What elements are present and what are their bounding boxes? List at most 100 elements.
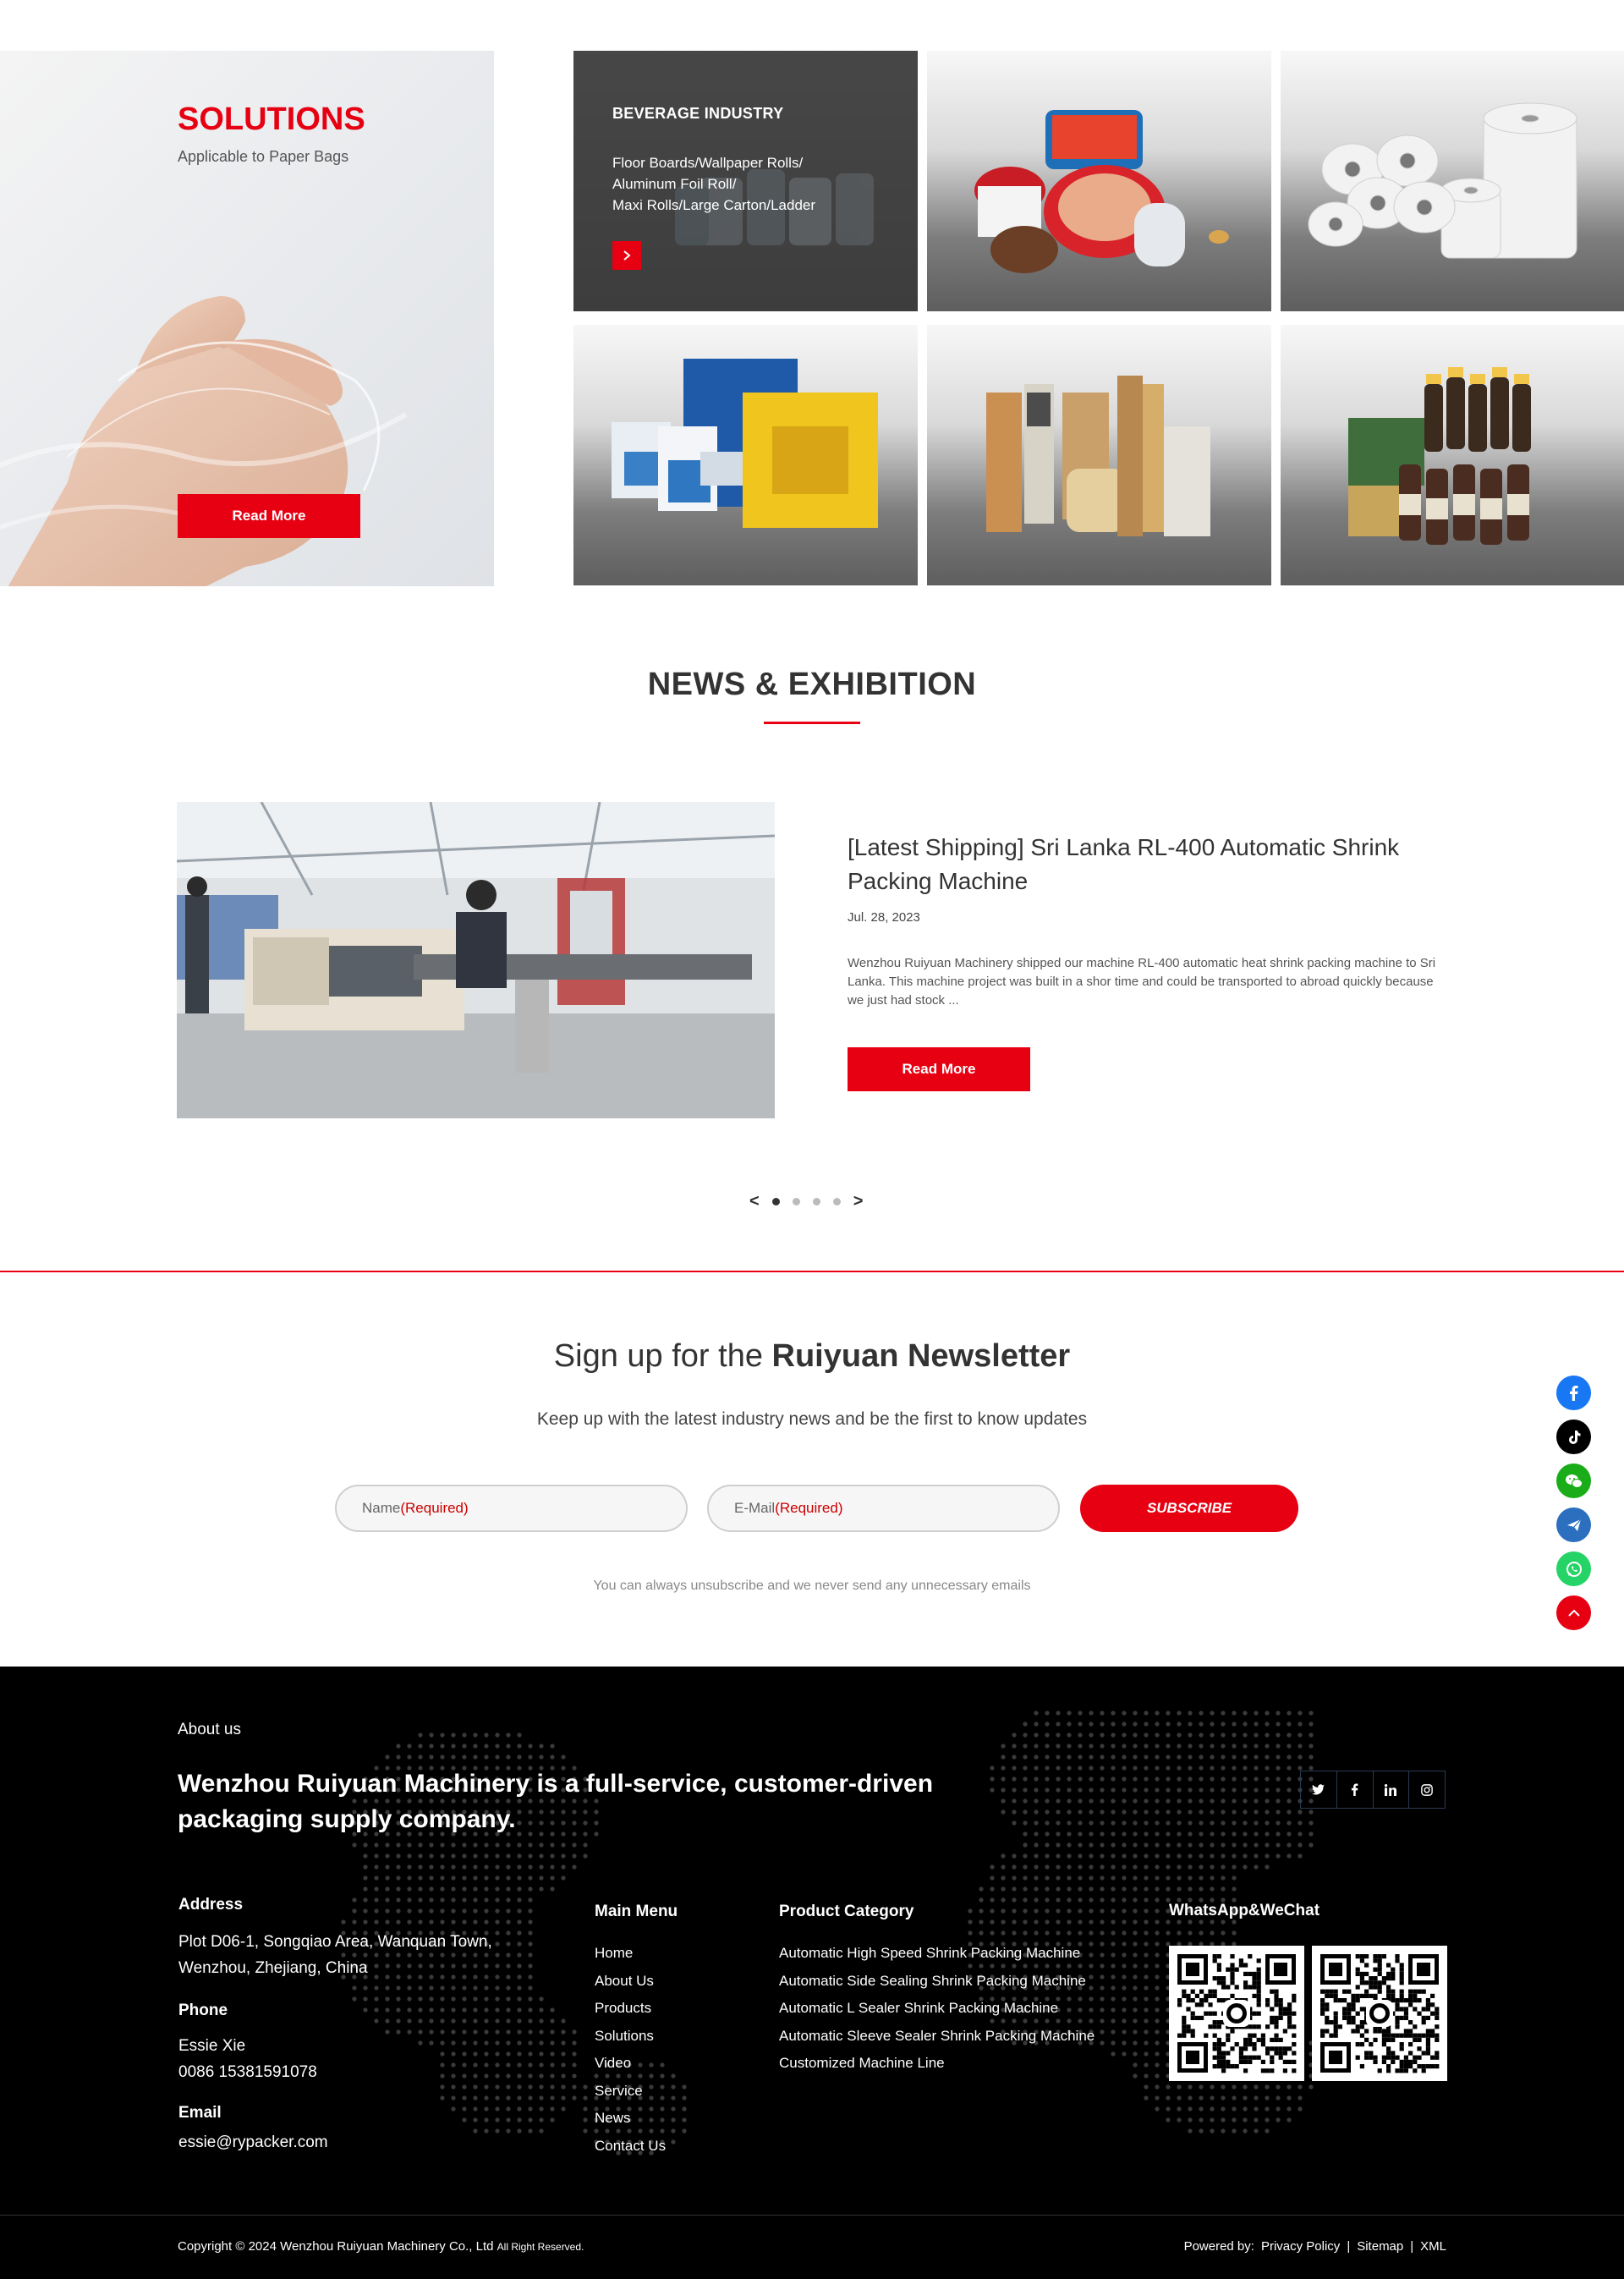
product-category-item[interactable]: Automatic Side Sealing Shrink Packing Ma…	[779, 1968, 1095, 1996]
whatsapp-qr-code	[1169, 1946, 1304, 2081]
solution-tile-food[interactable]	[927, 51, 1271, 311]
name-input[interactable]: Name (Required)	[335, 1485, 688, 1532]
address-line: Wenzhou, Zhejiang, China	[178, 1959, 368, 1977]
linkedin-link[interactable]	[1374, 1771, 1410, 1808]
solutions-hero: SOLUTIONS Applicable to Paper Bags Read …	[0, 51, 494, 586]
pager-next-button[interactable]: >	[853, 1193, 864, 1210]
wechat-icon	[1565, 1474, 1583, 1488]
wechat-float-button[interactable]	[1556, 1464, 1591, 1498]
product-category-list: Automatic High Speed Shrink Packing Mach…	[779, 1940, 1095, 2078]
whatsapp-float-button[interactable]	[1556, 1551, 1591, 1586]
email-placeholder: E-Mail	[734, 1500, 776, 1516]
newsletter-title-prefix: Sign up for the	[553, 1338, 763, 1374]
solutions-title: SOLUTIONS	[178, 102, 365, 137]
footer-menu-video[interactable]: Video	[595, 2050, 666, 2078]
title-underline	[764, 722, 860, 724]
footer-tagline: Wenzhou Ruiyuan Machinery is a full-serv…	[178, 1770, 934, 1833]
phone-text: Essie Xie 0086 15381591078	[178, 2033, 317, 2085]
linkedin-icon	[1385, 1783, 1397, 1796]
floating-social-bar	[1556, 1376, 1591, 1630]
wechat-qr-code	[1312, 1946, 1447, 2081]
footer-divider	[0, 2215, 1624, 2216]
rights-text: All Right Reserved.	[497, 2241, 584, 2253]
tiktok-float-button[interactable]	[1556, 1420, 1591, 1454]
name-placeholder: Name	[362, 1500, 401, 1516]
back-to-top-icon	[1567, 1609, 1580, 1617]
phone-number[interactable]: 0086 15381591078	[178, 2059, 317, 2085]
section-divider	[0, 1271, 1624, 1272]
privacy-policy-link[interactable]: Privacy Policy	[1261, 2239, 1340, 2254]
xml-link[interactable]: XML	[1420, 2239, 1446, 2254]
news-photo[interactable]	[177, 802, 775, 1118]
pager-prev-button[interactable]: <	[749, 1193, 760, 1210]
main-menu-title: Main Menu	[595, 1903, 678, 1920]
subscribe-button[interactable]: SUBSCRIBE	[1080, 1485, 1298, 1532]
sitemap-link[interactable]: Sitemap	[1357, 2239, 1403, 2254]
product-category-item[interactable]: Automatic L Sealer Shrink Packing Machin…	[779, 1995, 1095, 2023]
solution-tile-bottles[interactable]	[1281, 325, 1624, 585]
product-category-item[interactable]: Automatic High Speed Shrink Packing Mach…	[779, 1940, 1095, 1968]
tile-title: BEVERAGE INDUSTRY	[612, 105, 784, 122]
newsletter-subtitle: Keep up with the latest industry news an…	[536, 1409, 1088, 1429]
instagram-icon	[1421, 1783, 1433, 1796]
footer-menu-products[interactable]: Products	[595, 1995, 666, 2023]
twitter-icon	[1312, 1784, 1325, 1795]
footer-social-links	[1300, 1771, 1446, 1809]
instagram-link[interactable]	[1409, 1771, 1445, 1808]
email-float-button[interactable]	[1556, 1507, 1591, 1542]
footer-menu-solutions[interactable]: Solutions	[595, 2023, 666, 2051]
facebook-link[interactable]	[1337, 1771, 1374, 1808]
address-line: Plot D06-1, Songqiao Area, Wanquan Town,	[178, 1933, 492, 1951]
product-category-item[interactable]: Customized Machine Line	[779, 2050, 1095, 2078]
chevron-right-icon	[623, 250, 631, 261]
pager-dot[interactable]	[792, 1197, 800, 1205]
phone-contact-name: Essie Xie	[178, 2037, 246, 2055]
pager-dot[interactable]	[812, 1197, 820, 1205]
product-category-item[interactable]: Automatic Sleeve Sealer Shrink Packing M…	[779, 2023, 1095, 2051]
footer-menu-contact[interactable]: Contact Us	[595, 2133, 666, 2161]
pager-dot[interactable]	[771, 1197, 780, 1205]
wood-boards-image	[986, 376, 1210, 536]
paper-rolls-image	[1308, 102, 1577, 259]
footer-legal-links: Powered by: Privacy Policy | Sitemap | X…	[1184, 2239, 1446, 2254]
facebook-float-button[interactable]	[1556, 1376, 1591, 1410]
news-headline[interactable]: [Latest Shipping] Sri Lanka RL-400 Autom…	[848, 831, 1457, 898]
facebook-icon	[1352, 1783, 1358, 1796]
pager-dot[interactable]	[832, 1197, 841, 1205]
solutions-subtitle: Applicable to Paper Bags	[178, 148, 349, 165]
back-to-top-button[interactable]	[1556, 1595, 1591, 1630]
required-marker: (Required)	[400, 1500, 469, 1516]
footer-menu-news[interactable]: News	[595, 2105, 666, 2133]
news-date: Jul. 28, 2023	[848, 910, 920, 925]
solution-tile-boxes[interactable]	[573, 325, 918, 585]
address-text: Plot D06-1, Songqiao Area, Wanquan Town,…	[178, 1929, 492, 1981]
news-pager: < >	[749, 1193, 863, 1210]
email-input[interactable]: E-Mail (Required)	[707, 1485, 1060, 1532]
copyright: Copyright © 2024 Wenzhou Ruiyuan Machine…	[178, 2239, 584, 2254]
footer: About us Wenzhou Ruiyuan Machinery is a …	[0, 1667, 1624, 2279]
solution-tile-paper[interactable]	[1281, 51, 1624, 311]
phone-title: Phone	[178, 2002, 228, 2019]
tile-arrow-button[interactable]	[612, 241, 641, 270]
powered-by-label: Powered by:	[1183, 2239, 1254, 2254]
bottled-drinks-packs-image	[1348, 367, 1531, 545]
tile-line: Aluminum Foil Roll/	[612, 176, 737, 192]
whatsapp-qr-icon	[1177, 1954, 1297, 2073]
twitter-link[interactable]	[1301, 1771, 1337, 1808]
news-section-title: NEWS & EXHIBITION	[647, 667, 977, 702]
footer-menu-about[interactable]: About Us	[595, 1968, 666, 1996]
instant-food-containers-image	[974, 110, 1229, 273]
solution-tile-wood[interactable]	[927, 325, 1271, 585]
solutions-read-more-button[interactable]: Read More	[178, 494, 360, 538]
solution-tile-beverage[interactable]: BEVERAGE INDUSTRY Floor Boards/Wallpaper…	[573, 51, 918, 311]
whatsapp-icon	[1566, 1561, 1582, 1577]
newsletter-title: Sign up for the Ruiyuan Newsletter	[0, 1338, 1624, 1375]
footer-menu-service[interactable]: Service	[595, 2078, 666, 2106]
factory-machine-image	[177, 802, 775, 1118]
footer-menu-home[interactable]: Home	[595, 1940, 666, 1968]
tile-description: Floor Boards/Wallpaper Rolls/ Aluminum F…	[612, 152, 883, 216]
address-title: Address	[178, 1896, 244, 1914]
news-read-more-button[interactable]: Read More	[848, 1047, 1030, 1091]
newsletter-title-bold: Ruiyuan Newsletter	[771, 1338, 1071, 1374]
email-link[interactable]: essie@rypacker.com	[178, 2129, 328, 2155]
